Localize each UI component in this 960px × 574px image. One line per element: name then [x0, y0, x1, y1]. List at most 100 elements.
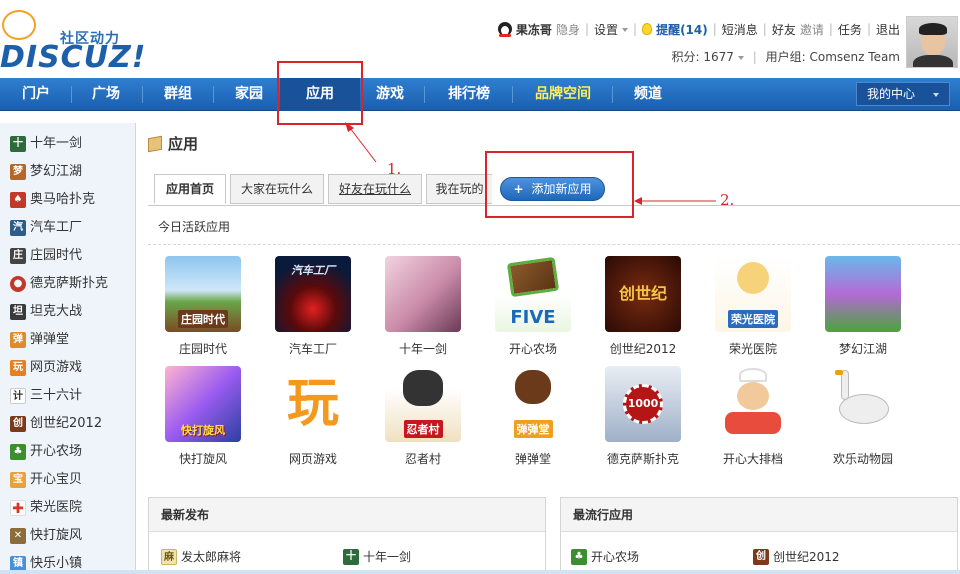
today-active-label: 今日活跃应用 [158, 220, 231, 234]
nav-home[interactable]: 家园 [220, 78, 278, 111]
sidebar-item-fantasy[interactable]: 梦梦幻江湖 [10, 161, 82, 183]
ninja-app-icon: 忍者村 [385, 366, 461, 442]
popular-item[interactable]: ♣ 开心农场 [571, 548, 639, 565]
farm-icon: ♣ [10, 444, 26, 460]
app-hospital[interactable]: 荣光医院 荣光医院 [703, 256, 803, 357]
remind-link[interactable]: 提醒(14) [656, 21, 708, 38]
nav-ranking[interactable]: 排行榜 [432, 78, 506, 111]
sidebar-item-hospital[interactable]: ✚ 荣光医院 [10, 497, 82, 519]
genesis-icon: 创 [753, 548, 769, 565]
app-fantasy[interactable]: 梦幻江湖 [813, 256, 913, 357]
latest-item[interactable]: 麻发太郎麻将 [161, 548, 241, 565]
messages-link[interactable]: 短消息 [722, 21, 758, 38]
page-title: 应用 [148, 133, 198, 154]
app-webgame[interactable]: 玩 网页游戏 [263, 366, 363, 467]
username-link[interactable]: 果冻哥 [516, 21, 552, 38]
annotation-label-1: 1. [387, 160, 402, 178]
sword-icon: 十 [10, 136, 26, 152]
app-farm[interactable]: FIVE 开心农场 [483, 256, 583, 357]
logout-link[interactable]: 退出 [876, 21, 900, 38]
nav-portal[interactable]: 门户 [8, 78, 64, 111]
sidebar-item-webgame[interactable]: 玩网页游戏 [10, 357, 82, 379]
sidebar-item-manor[interactable]: 庄庄园时代 [10, 245, 82, 267]
sidebar-item-fighter[interactable]: ✕ 快打旋风 [10, 525, 82, 547]
nav-channels[interactable]: 频道 [620, 78, 676, 111]
popular-panel-title: 最流行应用 [561, 498, 957, 532]
friends-link[interactable]: 好友 [772, 21, 796, 38]
car-factory-icon: 汽 [10, 220, 26, 236]
sidebar-item-tank[interactable]: 坦坦克大战 [10, 301, 82, 323]
ddt-app-icon: 弹弹堂 [495, 366, 571, 442]
mahjong-icon: 麻 [161, 548, 177, 565]
latest-panel: 最新发布 麻发太郎麻将 十十年一剑 [148, 497, 546, 574]
chevron-down-icon [622, 28, 629, 32]
annotation-box-apps-nav [277, 61, 363, 125]
farm-icon: ♣ [571, 548, 587, 565]
sidebar-item-genesis[interactable]: 创创世纪2012 [10, 413, 102, 435]
invite-link[interactable]: 邀请 [800, 21, 824, 38]
fighter-app-icon: 快打旋风 [165, 366, 241, 442]
app-sword[interactable]: 十年一剑 [373, 256, 473, 357]
sidebar-item-sword[interactable]: 十十年一剑 [10, 133, 82, 155]
tab-everyone-playing[interactable]: 大家在玩什么 [230, 174, 324, 204]
tab-friends-playing[interactable]: 好友在玩什么 [328, 174, 422, 204]
latest-item[interactable]: 十十年一剑 [343, 548, 411, 565]
popular-item[interactable]: 创创世纪2012 [753, 548, 840, 565]
farm-app-icon: FIVE [495, 256, 571, 332]
logo-wordmark: DISCUZ! [0, 40, 147, 75]
score-bar: 积分: 1677 | 用户组: Comsenz Team [671, 50, 900, 64]
app-manor[interactable]: 庄园时代 庄园时代 [153, 256, 253, 357]
tab-app-home[interactable]: 应用首页 [154, 174, 226, 204]
nav-brand-space[interactable]: 品牌空间 [520, 78, 606, 111]
app-genesis[interactable]: 创世纪 创世纪2012 [593, 256, 693, 357]
app-ddt[interactable]: 弹弹堂 弹弹堂 [483, 366, 583, 467]
texas-poker-icon: ● [10, 276, 26, 292]
avatar[interactable] [906, 16, 958, 68]
app-texas-poker[interactable]: 1000 德克萨斯扑克 [593, 366, 693, 467]
sidebar-item-strategy[interactable]: 计三十六计 [10, 385, 82, 407]
fighter-icon: ✕ [10, 528, 26, 544]
sidebar-item-baby[interactable]: 宝开心宝贝 [10, 469, 82, 491]
app-ninja[interactable]: 忍者村 忍者村 [373, 366, 473, 467]
ddt-icon: 弹 [10, 332, 26, 348]
genesis-icon: 创 [10, 416, 26, 432]
sidebar-item-omaha[interactable]: ♠ 奥马哈扑克 [10, 189, 95, 211]
baby-icon: 宝 [10, 472, 26, 488]
sidebar: 十十年一剑 梦梦幻江湖 ♠ 奥马哈扑克 汽汽车工厂 庄庄园时代 ● 德克萨斯扑克 坦… [0, 123, 136, 574]
invisible-status[interactable]: 隐身 [556, 21, 580, 38]
nav-square[interactable]: 广场 [78, 78, 134, 111]
annotation-box-add-app [485, 151, 634, 218]
nav-games[interactable]: 游戏 [362, 78, 418, 111]
app-zoo[interactable]: 欢乐动物园 [813, 366, 913, 467]
nav-groups[interactable]: 群组 [150, 78, 206, 111]
chevron-down-icon [933, 93, 939, 97]
settings-menu[interactable]: 设置 [594, 21, 629, 38]
my-center-dropdown[interactable]: 我的中心 [856, 82, 950, 106]
goose-app-icon [825, 366, 901, 442]
manor-app-icon: 庄园时代 [165, 256, 241, 332]
box-icon [148, 135, 162, 152]
lightbulb-icon [642, 23, 653, 35]
poker-icon: ♠ [10, 192, 26, 208]
texas-poker-app-icon: 1000 [605, 366, 681, 442]
tasks-link[interactable]: 任务 [838, 21, 862, 38]
points-menu[interactable]: 积分: 1677 [672, 50, 744, 64]
hospital-app-icon: 荣光医院 [715, 256, 791, 332]
chevron-down-icon [737, 55, 744, 60]
fantasy-icon: 梦 [10, 164, 26, 180]
app-fighter[interactable]: 快打旋风 快打旋风 [153, 366, 253, 467]
car-factory-app-icon: 汽车工厂 [275, 256, 351, 332]
app-car-factory[interactable]: 汽车工厂 汽车工厂 [263, 256, 363, 357]
hospital-icon: ✚ [10, 500, 26, 517]
sword-app-icon [385, 256, 461, 332]
tank-icon: 坦 [10, 304, 26, 320]
strategy-icon: 计 [10, 388, 26, 404]
tab-my-playing[interactable]: 我在玩的 [426, 174, 492, 204]
discuz-logo[interactable]: 社区动力 DISCUZ! [0, 4, 145, 75]
sidebar-item-ddt[interactable]: 弹弹弹堂 [10, 329, 69, 351]
header: 社区动力 DISCUZ! 果冻哥 隐身 | 设置 | 提醒(14) | 短消息 … [0, 0, 960, 78]
sidebar-item-car[interactable]: 汽汽车工厂 [10, 217, 82, 239]
app-food-stall[interactable]: 开心大排档 [703, 366, 803, 467]
sidebar-item-texas[interactable]: ● 德克萨斯扑克 [10, 273, 108, 295]
sidebar-item-farm[interactable]: ♣ 开心农场 [10, 441, 82, 463]
